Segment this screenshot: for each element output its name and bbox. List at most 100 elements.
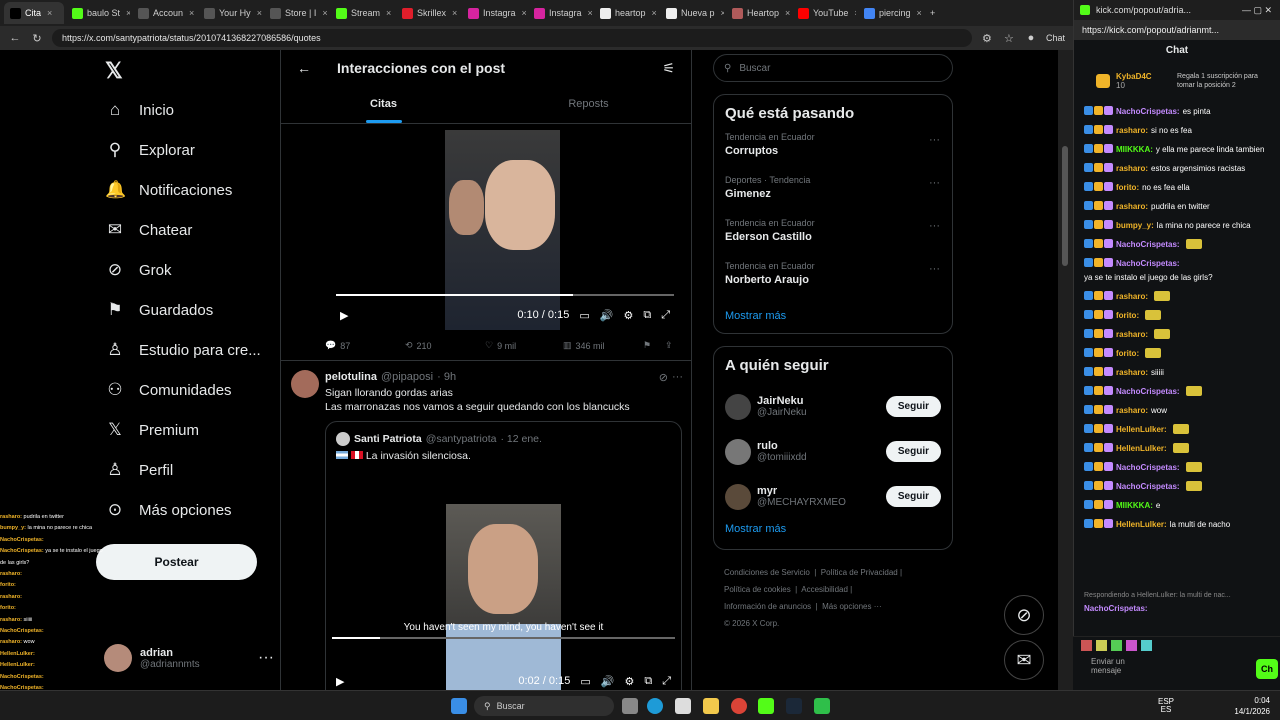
play-icon[interactable]: ▶ <box>340 309 348 322</box>
browser-tab[interactable]: Stream × <box>330 2 394 24</box>
close-tab-icon[interactable]: × <box>322 8 327 18</box>
chat-username[interactable]: rasharo: <box>1116 405 1148 416</box>
browser-tab[interactable]: Cita × <box>4 2 64 24</box>
chat-username[interactable]: NachoCrispetas: <box>1116 106 1180 117</box>
chat-username[interactable]: NachoCrispetas: <box>1084 603 1148 614</box>
tab-quotes[interactable]: Citas <box>281 86 486 123</box>
more-dots-icon[interactable]: ··· <box>929 220 940 232</box>
captions-icon[interactable]: ▭ <box>579 309 589 322</box>
follow-button[interactable]: Seguir <box>885 486 941 507</box>
fullscreen-icon[interactable]: ⤢ <box>662 675 671 688</box>
follow-name[interactable]: JairNeku <box>757 395 807 407</box>
store-icon[interactable] <box>675 698 691 714</box>
like-button[interactable]: ♡ 9 mil <box>485 340 563 351</box>
captions-icon[interactable]: ▭ <box>580 675 590 688</box>
copilot-chat-button[interactable]: Chat <box>1046 33 1065 43</box>
clock[interactable]: 0:04 14/1/2026 <box>1234 695 1270 717</box>
taskbar-search[interactable]: ⚲ Buscar <box>474 696 614 716</box>
chat-username[interactable]: forito: <box>1116 182 1139 193</box>
browser-tab[interactable]: Accoun × <box>132 2 196 24</box>
close-tab-icon[interactable]: × <box>47 8 52 18</box>
trend-item[interactable]: Deportes · Tendencia Gimenez ··· <box>714 175 952 218</box>
chat-username[interactable]: HellenLulker: <box>1116 443 1167 454</box>
browser-tab[interactable]: Nueva p × <box>660 2 724 24</box>
trend-item[interactable]: Tendencia en Ecuador Corruptos ··· <box>714 132 952 175</box>
footer-link[interactable]: Condiciones de Servicio <box>724 568 810 577</box>
footer-link[interactable]: Accesibilidad <box>801 585 848 594</box>
avatar[interactable] <box>725 438 751 465</box>
back-icon[interactable]: ← <box>8 32 22 44</box>
chat-username[interactable]: NachoCrispetas: <box>1116 481 1180 492</box>
emote-icon[interactable] <box>1126 639 1137 651</box>
chat-username[interactable]: forito: <box>1116 348 1139 359</box>
trend-item[interactable]: Tendencia en Ecuador Ederson Castillo ··· <box>714 218 952 261</box>
follow-button[interactable]: Seguir <box>885 396 941 417</box>
sidebar-item-bell[interactable]: 🔔 Notificaciones <box>95 170 280 210</box>
volume-icon[interactable]: 🔊 <box>601 675 615 688</box>
emote-icon[interactable] <box>1096 639 1107 651</box>
sidebar-item-mail[interactable]: ✉ Chatear <box>95 210 280 250</box>
send-message-input[interactable]: Enviar un mensaje <box>1091 657 1151 675</box>
avatar[interactable] <box>725 393 751 420</box>
browser-tab[interactable]: baulo St × <box>66 2 130 24</box>
window-controls[interactable]: — ▢ ✕ <box>1242 5 1280 16</box>
follow-suggestion[interactable]: myr @MECHAYRXMEO Seguir <box>714 474 952 519</box>
chat-username[interactable]: rasharo: <box>1116 201 1148 212</box>
follow-suggestion[interactable]: JairNeku @JairNeku Seguir <box>714 384 952 429</box>
video-player[interactable]: ▶ 0:10 / 0:15 ▭ 🔊 ⚙ ⧉ ⤢ <box>330 124 680 330</box>
chat-username[interactable]: NachoCrispetas: <box>1116 239 1180 250</box>
url-field[interactable]: https://x.com/santypatriota/status/20107… <box>52 29 972 47</box>
chat-username[interactable]: HellenLulker: <box>1116 519 1167 530</box>
avatar[interactable] <box>725 483 751 510</box>
x-logo-icon[interactable]: 𝕏 <box>105 58 123 84</box>
show-more-link[interactable]: Mostrar más <box>714 523 952 535</box>
more-dots-icon[interactable]: ··· <box>929 177 940 189</box>
follow-suggestion[interactable]: rulo @tomiiixdd Seguir <box>714 429 952 474</box>
close-tab-icon[interactable]: × <box>588 8 592 18</box>
close-tab-icon[interactable]: × <box>257 8 262 18</box>
steam-icon[interactable] <box>786 698 802 714</box>
browser-tab[interactable]: piercing × <box>858 2 922 24</box>
views-button[interactable]: ▥ 346 mil <box>563 340 643 351</box>
url-text[interactable]: https://kick.com/popout/adrianmt... <box>1082 25 1219 35</box>
scrollbar-thumb[interactable] <box>1062 146 1068 266</box>
sidebar-item-studio[interactable]: ♙ Estudio para cre... <box>95 330 280 370</box>
sidebar-item-person[interactable]: ♙ Perfil <box>95 450 280 490</box>
sidebar-item-bookmark[interactable]: ⚑ Guardados <box>95 290 280 330</box>
quoted-post[interactable]: Santi Patriota @santypatriota · 12 ene. … <box>325 421 682 690</box>
browser-tab[interactable]: Instagra × <box>462 2 526 24</box>
close-tab-icon[interactable]: × <box>854 8 856 18</box>
task-view-icon[interactable] <box>622 698 638 714</box>
close-tab-icon[interactable]: × <box>917 8 922 18</box>
chat-username[interactable]: rasharo: <box>1116 367 1148 378</box>
author-handle[interactable]: @pipaposi <box>381 371 433 384</box>
chat-username[interactable]: NachoCrispetas: <box>1116 258 1180 269</box>
chat-username[interactable]: rasharo: <box>1116 125 1148 136</box>
tab-reposts[interactable]: Reposts <box>486 86 691 123</box>
close-tab-icon[interactable]: × <box>652 8 657 18</box>
chrome-icon[interactable] <box>731 698 747 714</box>
sidebar-item-home[interactable]: ⌂ Inicio <box>95 90 280 130</box>
show-more-link[interactable]: Mostrar más <box>714 310 952 322</box>
fullscreen-icon[interactable]: ⤢ <box>661 309 670 322</box>
more-dots-icon[interactable]: ··· <box>258 649 274 667</box>
close-tab-icon[interactable]: × <box>522 8 526 18</box>
sidebar-item-search[interactable]: ⚲ Explorar <box>95 130 280 170</box>
footer-link[interactable]: Política de cookies <box>724 585 791 594</box>
chat-username[interactable]: MIIKKKA: <box>1116 500 1153 511</box>
close-tab-icon[interactable]: × <box>126 8 130 18</box>
windows-start-icon[interactable] <box>451 698 467 714</box>
reply-button[interactable]: 💬 87 <box>325 340 405 351</box>
explorer-icon[interactable] <box>703 698 719 714</box>
messages-fab[interactable]: ✉ <box>1004 640 1044 680</box>
trend-item[interactable]: Tendencia en Ecuador Norberto Araujo ··· <box>714 261 952 304</box>
chat-username[interactable]: rasharo: <box>1116 291 1148 302</box>
popout-icon[interactable]: ⧉ <box>644 675 652 688</box>
browser-tab[interactable]: Your Hy × <box>198 2 262 24</box>
post-button[interactable]: Postear <box>96 544 257 580</box>
play-icon[interactable]: ▶ <box>336 675 344 688</box>
video-progress[interactable] <box>332 637 675 639</box>
chat-username[interactable]: MIIKKKA: <box>1116 144 1153 155</box>
emote-icon[interactable] <box>1111 639 1122 651</box>
more-dots-icon[interactable]: ··· <box>672 371 683 384</box>
